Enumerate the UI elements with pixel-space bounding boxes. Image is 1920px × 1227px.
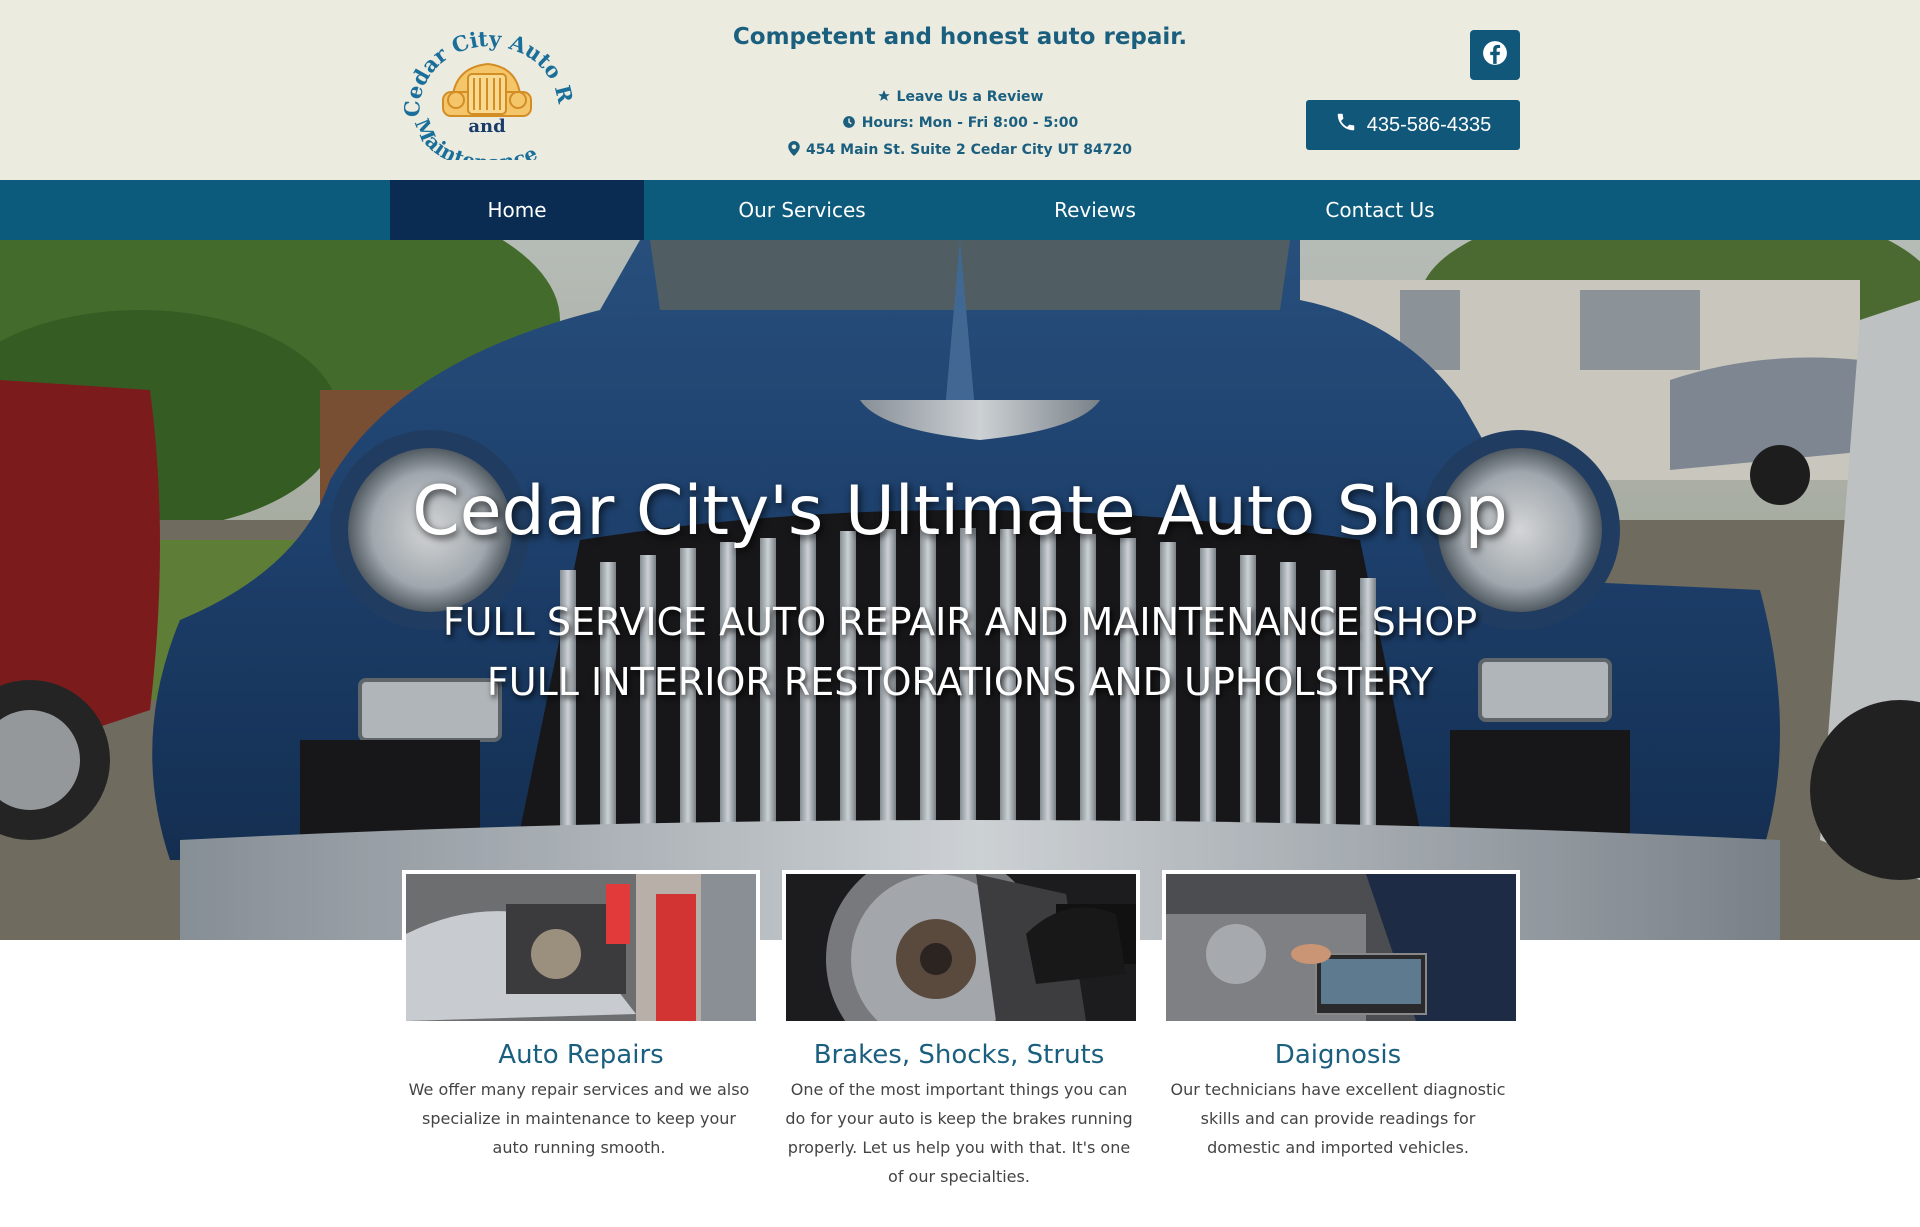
address-line: 454 Main St. Suite 2 Cedar City UT 84720 (690, 141, 1230, 160)
tagline: Competent and honest auto repair. (732, 24, 1188, 50)
service-text-brakes: One of the most important things you can… (785, 1080, 1133, 1186)
nav-our-services[interactable]: Our Services (700, 180, 904, 240)
phone-button[interactable]: 435-586-4335 (1306, 100, 1520, 150)
hours-text: Hours: Mon - Fri 8:00 - 5:00 (861, 115, 1079, 131)
service-title-brakes[interactable]: Brakes, Shocks, Struts (769, 1040, 1149, 1070)
main-nav: Home Our Services Reviews Contact Us (0, 180, 1920, 240)
phone-icon (1335, 111, 1367, 139)
facebook-icon (1482, 40, 1508, 71)
logo[interactable]: Cedar City Auto Repair and Maintenance (391, 2, 579, 175)
hero-title: Cedar City's Ultimate Auto Shop (412, 472, 1508, 551)
map-pin-icon (788, 141, 800, 160)
phone-number: 435-586-4335 (1366, 113, 1492, 136)
service-image-diagnosis[interactable] (1162, 870, 1520, 1025)
car-logo-icon (442, 62, 532, 117)
review-link[interactable]: Leave Us a Review (690, 89, 1230, 107)
review-link-label: Leave Us a Review (896, 89, 1044, 105)
service-title-auto-repairs[interactable]: Auto Repairs (391, 1040, 771, 1070)
hero-banner: Cedar City's Ultimate Auto Shop FULL SER… (0, 240, 1920, 940)
service-title-diagnosis[interactable]: Daignosis (1148, 1040, 1528, 1070)
address-text: 454 Main St. Suite 2 Cedar City UT 84720 (806, 142, 1132, 158)
hero-truck-image (0, 240, 1920, 940)
logo-text-and: and (468, 116, 506, 137)
hero-subtitle-1: FULL SERVICE AUTO REPAIR AND MAINTENANCE… (442, 600, 1478, 644)
top-header: Cedar City Auto Repair and Maintenance C… (0, 0, 1920, 180)
nav-contact-us[interactable]: Contact Us (1290, 180, 1470, 240)
service-text-diagnosis: Our technicians have excellent diagnosti… (1170, 1080, 1506, 1157)
clock-icon (842, 115, 856, 133)
hero-subtitle-2: FULL INTERIOR RESTORATIONS AND UPHOLSTER… (486, 660, 1434, 704)
service-image-auto-repairs[interactable] (402, 870, 760, 1025)
star-icon (877, 89, 891, 107)
hours-line: Hours: Mon - Fri 8:00 - 5:00 (690, 115, 1230, 133)
nav-reviews[interactable]: Reviews (1010, 180, 1180, 240)
facebook-button[interactable] (1470, 30, 1520, 80)
service-text-auto-repairs: We offer many repair services and we als… (408, 1080, 750, 1157)
service-image-brakes[interactable] (782, 870, 1140, 1025)
nav-home[interactable]: Home (390, 180, 644, 240)
